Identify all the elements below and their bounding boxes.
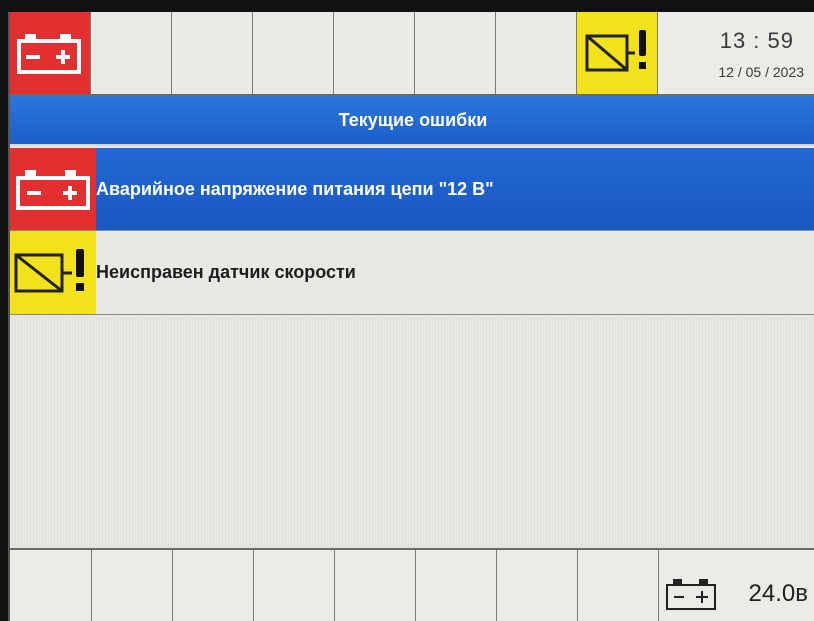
soft-key[interactable] — [10, 550, 92, 621]
sensor-fault-icon — [14, 249, 84, 293]
soft-key[interactable] — [416, 550, 497, 621]
error-row-selected[interactable]: Аварийное напряжение питания цепи "12 В" — [10, 148, 814, 231]
status-slot — [253, 12, 334, 94]
soft-key[interactable] — [497, 550, 578, 621]
display-screen: 13 : 59 12 / 05 / 2023 Текущие ошибки Ав… — [8, 12, 814, 621]
voltage-readout: 24.0в — [659, 550, 814, 621]
status-slot — [91, 12, 172, 94]
battery-icon — [16, 170, 90, 210]
error-row-icon-cell — [10, 231, 96, 314]
error-list-empty-area — [10, 316, 814, 548]
soft-key[interactable] — [578, 550, 659, 621]
page-title: Текущие ошибки — [10, 96, 814, 146]
status-bar: 13 : 59 12 / 05 / 2023 — [10, 12, 814, 96]
clock-time: 13 : 59 — [719, 28, 794, 53]
clock: 13 : 59 12 / 05 / 2023 — [658, 12, 814, 94]
battery-alarm-indicator[interactable] — [10, 12, 91, 94]
status-slot — [334, 12, 415, 94]
status-slot — [172, 12, 253, 94]
status-slot — [496, 12, 577, 94]
soft-key[interactable] — [173, 550, 254, 621]
status-slot — [415, 12, 496, 94]
clock-date: 12 / 05 / 2023 — [718, 64, 804, 80]
soft-key[interactable] — [335, 550, 416, 621]
soft-key[interactable] — [92, 550, 173, 621]
soft-key-bar: 24.0в — [10, 548, 814, 621]
soft-key[interactable] — [254, 550, 335, 621]
voltage-value: 24.0в — [748, 580, 808, 607]
error-row-label: Неисправен датчик скорости — [96, 262, 356, 282]
battery-icon — [666, 579, 716, 610]
error-row-icon-cell — [10, 148, 96, 230]
error-row-label: Аварийное напряжение питания цепи "12 В" — [96, 178, 494, 199]
battery-icon — [17, 34, 81, 74]
error-row[interactable]: Неисправен датчик скорости — [10, 231, 814, 315]
sensor-alarm-indicator[interactable] — [577, 12, 658, 94]
sensor-fault-icon — [585, 30, 646, 72]
